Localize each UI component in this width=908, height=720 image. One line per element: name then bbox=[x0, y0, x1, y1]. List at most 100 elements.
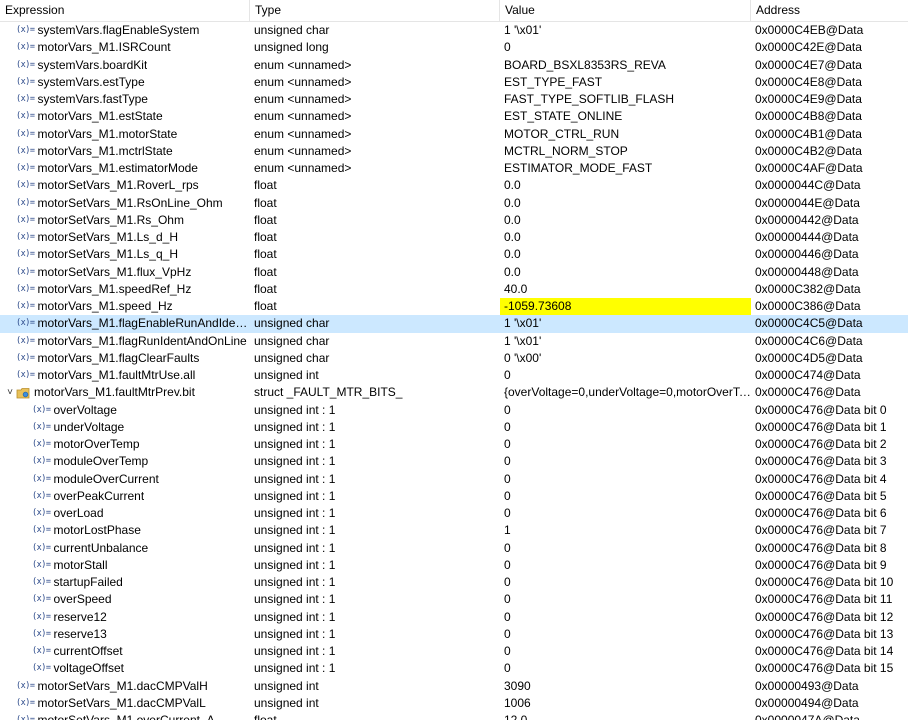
expression-row[interactable]: (x)= motorSetVars_M1.Ls_q_H float 0.0 0x0000… bbox=[0, 246, 908, 263]
expression-row[interactable]: (x)= overLoad unsigned int : 1 0 0x0000C476@… bbox=[0, 505, 908, 522]
expression-cell[interactable]: (x)= motorSetVars_M1.Rs_Ohm bbox=[0, 212, 250, 229]
value-cell[interactable]: EST_STATE_ONLINE bbox=[500, 108, 751, 125]
column-header-address[interactable]: Address bbox=[751, 0, 908, 21]
value-cell[interactable]: 0.0 bbox=[500, 177, 751, 194]
expression-cell[interactable]: (x)= motorVars_M1.speed_Hz bbox=[0, 298, 250, 315]
column-header-type[interactable]: Type bbox=[250, 0, 500, 21]
expression-cell[interactable]: (x)= motorVars_M1.flagRunIdentAndOnLine bbox=[0, 333, 250, 350]
expression-row[interactable]: (x)= motorSetVars_M1.overCurrent_A float 12… bbox=[0, 712, 908, 720]
value-cell[interactable]: 0 bbox=[500, 609, 751, 626]
value-cell[interactable]: 0 bbox=[500, 402, 751, 419]
expression-cell[interactable]: (x)= motorVars_M1.speedRef_Hz bbox=[0, 281, 250, 298]
expression-row[interactable]: (x)= moduleOverCurrent unsigned int : 1 0 0x… bbox=[0, 471, 908, 488]
value-cell[interactable]: 3090 bbox=[500, 678, 751, 695]
value-cell[interactable]: 0 bbox=[500, 39, 751, 56]
expression-cell[interactable]: (x)= motorVars_M1.mctrlState bbox=[0, 143, 250, 160]
value-cell[interactable]: 0 bbox=[500, 471, 751, 488]
expression-cell[interactable]: (x)= underVoltage bbox=[0, 419, 250, 436]
expression-cell[interactable]: (x)= motorVars_M1.flagClearFaults bbox=[0, 350, 250, 367]
value-cell[interactable]: 40.0 bbox=[500, 281, 751, 298]
value-cell[interactable]: 0.0 bbox=[500, 195, 751, 212]
chevron-down-icon[interactable]: ˅ bbox=[4, 384, 16, 401]
value-cell[interactable]: 0 bbox=[500, 505, 751, 522]
expression-cell[interactable]: (x)= motorVars_M1.estimatorMode bbox=[0, 160, 250, 177]
expression-row[interactable]: (x)= systemVars.boardKit enum <unnamed> BOA… bbox=[0, 57, 908, 74]
value-cell[interactable]: 0 bbox=[500, 660, 751, 677]
value-cell[interactable]: 0 '\x00' bbox=[500, 350, 751, 367]
expression-row[interactable]: (x)= systemVars.estType enum <unnamed> EST_… bbox=[0, 74, 908, 91]
expression-row[interactable]: (x)= motorSetVars_M1.RsOnLine_Ohm float 0.0… bbox=[0, 195, 908, 212]
expression-row[interactable]: (x)= systemVars.flagEnableSystem unsigned … bbox=[0, 22, 908, 39]
expression-cell[interactable]: (x)= overPeakCurrent bbox=[0, 488, 250, 505]
expression-cell[interactable]: (x)= motorSetVars_M1.Ls_d_H bbox=[0, 229, 250, 246]
column-header-value[interactable]: Value bbox=[500, 0, 751, 21]
value-cell[interactable]: 0.0 bbox=[500, 229, 751, 246]
expression-cell[interactable]: (x)= reserve12 bbox=[0, 609, 250, 626]
column-header-expression[interactable]: Expression bbox=[0, 0, 250, 21]
value-cell[interactable]: {overVoltage=0,underVoltage=0,motorOverT… bbox=[500, 384, 751, 401]
expression-cell[interactable]: (x)= motorSetVars_M1.overCurrent_A bbox=[0, 712, 250, 720]
value-cell[interactable]: EST_TYPE_FAST bbox=[500, 74, 751, 91]
expression-cell[interactable]: (x)= systemVars.flagEnableSystem bbox=[0, 22, 250, 39]
expression-row[interactable]: ˅ motorVars_M1.faultMtrPrev.bit struct _FA… bbox=[0, 384, 908, 401]
expression-row[interactable]: (x)= reserve12 unsigned int : 1 0 0x0000C476… bbox=[0, 609, 908, 626]
expression-row[interactable]: (x)= overSpeed unsigned int : 1 0 0x0000C476… bbox=[0, 591, 908, 608]
value-cell[interactable]: 1 '\x01' bbox=[500, 315, 751, 332]
expression-row[interactable]: (x)= motorVars_M1.flagRunIdentAndOnLine un… bbox=[0, 333, 908, 350]
expression-row[interactable]: (x)= moduleOverTemp unsigned int : 1 0 0x000… bbox=[0, 453, 908, 470]
expression-cell[interactable]: (x)= currentUnbalance bbox=[0, 540, 250, 557]
value-cell[interactable]: MCTRL_NORM_STOP bbox=[500, 143, 751, 160]
expression-row[interactable]: (x)= motorVars_M1.mctrlState enum <unnamed… bbox=[0, 143, 908, 160]
expression-cell[interactable]: (x)= systemVars.boardKit bbox=[0, 57, 250, 74]
expression-cell[interactable]: (x)= overSpeed bbox=[0, 591, 250, 608]
expression-row[interactable]: (x)= voltageOffset unsigned int : 1 0 0x0000… bbox=[0, 660, 908, 677]
value-cell[interactable]: 0 bbox=[500, 574, 751, 591]
expression-cell[interactable]: (x)= motorVars_M1.motorState bbox=[0, 126, 250, 143]
expression-row[interactable]: (x)= motorSetVars_M1.Rs_Ohm float 0.0 0x0000… bbox=[0, 212, 908, 229]
expression-cell[interactable]: (x)= motorSetVars_M1.dacCMPValH bbox=[0, 678, 250, 695]
value-cell[interactable]: 0 bbox=[500, 591, 751, 608]
value-cell[interactable]: 0 bbox=[500, 643, 751, 660]
expression-row[interactable]: (x)= motorStall unsigned int : 1 0 0x0000C47… bbox=[0, 557, 908, 574]
expression-cell[interactable]: (x)= startupFailed bbox=[0, 574, 250, 591]
value-cell[interactable]: 0 bbox=[500, 436, 751, 453]
expression-cell[interactable]: (x)= systemVars.fastType bbox=[0, 91, 250, 108]
value-cell[interactable]: 1 '\x01' bbox=[500, 333, 751, 350]
value-cell-changed[interactable]: -1059.73608 bbox=[500, 298, 751, 316]
expression-cell[interactable]: (x)= overVoltage bbox=[0, 402, 250, 419]
expression-cell[interactable]: (x)= motorVars_M1.flagEnableRunAndIdentif… bbox=[0, 315, 250, 332]
expression-row[interactable]: (x)= currentUnbalance unsigned int : 1 0 0x0… bbox=[0, 540, 908, 557]
value-cell[interactable]: MOTOR_CTRL_RUN bbox=[500, 126, 751, 143]
expression-cell[interactable]: (x)= systemVars.estType bbox=[0, 74, 250, 91]
expression-cell[interactable]: (x)= motorSetVars_M1.dacCMPValL bbox=[0, 695, 250, 712]
value-cell[interactable]: 1006 bbox=[500, 695, 751, 712]
expression-row[interactable]: (x)= reserve13 unsigned int : 1 0 0x0000C476… bbox=[0, 626, 908, 643]
expression-cell[interactable]: (x)= motorLostPhase bbox=[0, 522, 250, 539]
expression-cell[interactable]: (x)= motorStall bbox=[0, 557, 250, 574]
expression-row[interactable]: (x)= motorSetVars_M1.RoverL_rps float 0.0 0x… bbox=[0, 177, 908, 194]
expression-row[interactable]: (x)= motorVars_M1.estimatorMode enum <unna… bbox=[0, 160, 908, 177]
expression-cell[interactable]: (x)= motorSetVars_M1.Ls_q_H bbox=[0, 246, 250, 263]
expression-row[interactable]: (x)= overVoltage unsigned int : 1 0 0x0000C4… bbox=[0, 402, 908, 419]
expression-cell[interactable]: (x)= motorSetVars_M1.RoverL_rps bbox=[0, 177, 250, 194]
expression-row[interactable]: (x)= motorSetVars_M1.Ls_d_H float 0.0 0x0000… bbox=[0, 229, 908, 246]
expression-cell[interactable]: (x)= motorVars_M1.faultMtrUse.all bbox=[0, 367, 250, 384]
value-cell[interactable]: 1 '\x01' bbox=[500, 22, 751, 39]
value-cell[interactable]: FAST_TYPE_SOFTLIB_FLASH bbox=[500, 91, 751, 108]
expression-row[interactable]: (x)= motorLostPhase unsigned int : 1 1 0x000… bbox=[0, 522, 908, 539]
expression-row[interactable]: (x)= motorSetVars_M1.flux_VpHz float 0.0 0x0… bbox=[0, 264, 908, 281]
expression-row[interactable]: (x)= motorSetVars_M1.dacCMPValH unsigned i… bbox=[0, 678, 908, 695]
expression-row[interactable]: (x)= currentOffset unsigned int : 1 0 0x0000… bbox=[0, 643, 908, 660]
expression-cell[interactable]: (x)= moduleOverCurrent bbox=[0, 471, 250, 488]
expression-cell[interactable]: (x)= currentOffset bbox=[0, 643, 250, 660]
expression-cell[interactable]: (x)= overLoad bbox=[0, 505, 250, 522]
expression-row[interactable]: (x)= motorSetVars_M1.dacCMPValL unsigned i… bbox=[0, 695, 908, 712]
value-cell[interactable]: 0 bbox=[500, 419, 751, 436]
value-cell[interactable]: 0 bbox=[500, 540, 751, 557]
value-cell[interactable]: 0 bbox=[500, 626, 751, 643]
expression-row[interactable]: (x)= motorOverTemp unsigned int : 1 0 0x0000… bbox=[0, 436, 908, 453]
value-cell[interactable]: 0.0 bbox=[500, 212, 751, 229]
expression-row[interactable]: (x)= underVoltage unsigned int : 1 0 0x0000C… bbox=[0, 419, 908, 436]
expression-row[interactable]: (x)= motorVars_M1.flagEnableRunAndIdentif… bbox=[0, 315, 908, 333]
expression-row[interactable]: (x)= motorVars_M1.flagClearFaults unsigned… bbox=[0, 350, 908, 367]
